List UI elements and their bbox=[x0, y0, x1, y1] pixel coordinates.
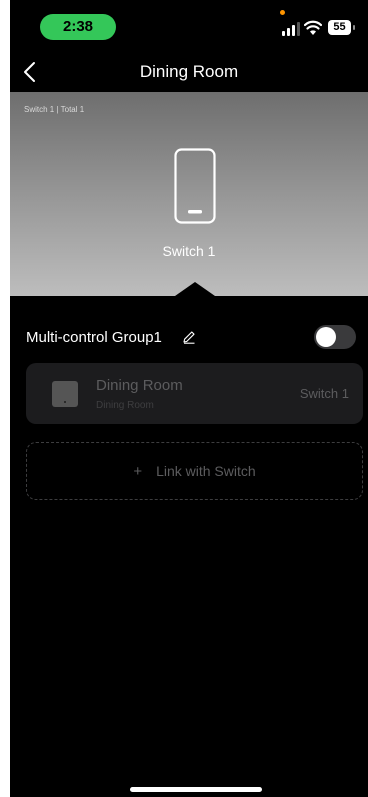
plus-icon: + bbox=[133, 463, 143, 480]
page-title: Dining Room bbox=[139, 62, 239, 81]
battery-level: 55 bbox=[328, 20, 351, 35]
home-indicator bbox=[130, 787, 262, 792]
device-preview-panel: Switch 1 | Total 1 Switch 1 bbox=[10, 92, 368, 296]
device-room: Dining Room bbox=[96, 400, 154, 411]
battery-icon: 55 bbox=[328, 20, 356, 36]
device-switch-label: Switch 1 bbox=[299, 386, 349, 401]
nav-bar: Dining Room bbox=[10, 52, 368, 92]
switch-device-icon bbox=[174, 148, 216, 224]
switch-count-caption: Switch 1 | Total 1 bbox=[24, 105, 85, 114]
linked-device-card[interactable]: Dining Room Dining Room Switch 1 bbox=[26, 363, 363, 424]
device-thumbnail-icon bbox=[52, 381, 78, 407]
selection-pointer bbox=[175, 282, 215, 296]
link-with-switch-button[interactable]: + Link with Switch bbox=[26, 442, 363, 500]
edit-icon[interactable] bbox=[182, 330, 196, 344]
group-title: Multi-control Group1 bbox=[26, 329, 162, 346]
link-button-label: Link with Switch bbox=[156, 463, 256, 479]
wifi-icon bbox=[304, 20, 322, 35]
device-name: Dining Room bbox=[96, 377, 183, 394]
app-screen: 2:38 55 Dining Room Switch 1 | Total 1 S… bbox=[10, 0, 368, 797]
signal-icon bbox=[282, 22, 300, 36]
preview-device-label: Switch 1 bbox=[162, 243, 216, 259]
privacy-indicator-dot bbox=[280, 10, 285, 15]
status-bar: 2:38 55 bbox=[10, 0, 368, 44]
toggle-knob bbox=[316, 327, 336, 347]
status-time: 2:38 bbox=[40, 14, 116, 40]
group-toggle[interactable] bbox=[314, 325, 356, 349]
